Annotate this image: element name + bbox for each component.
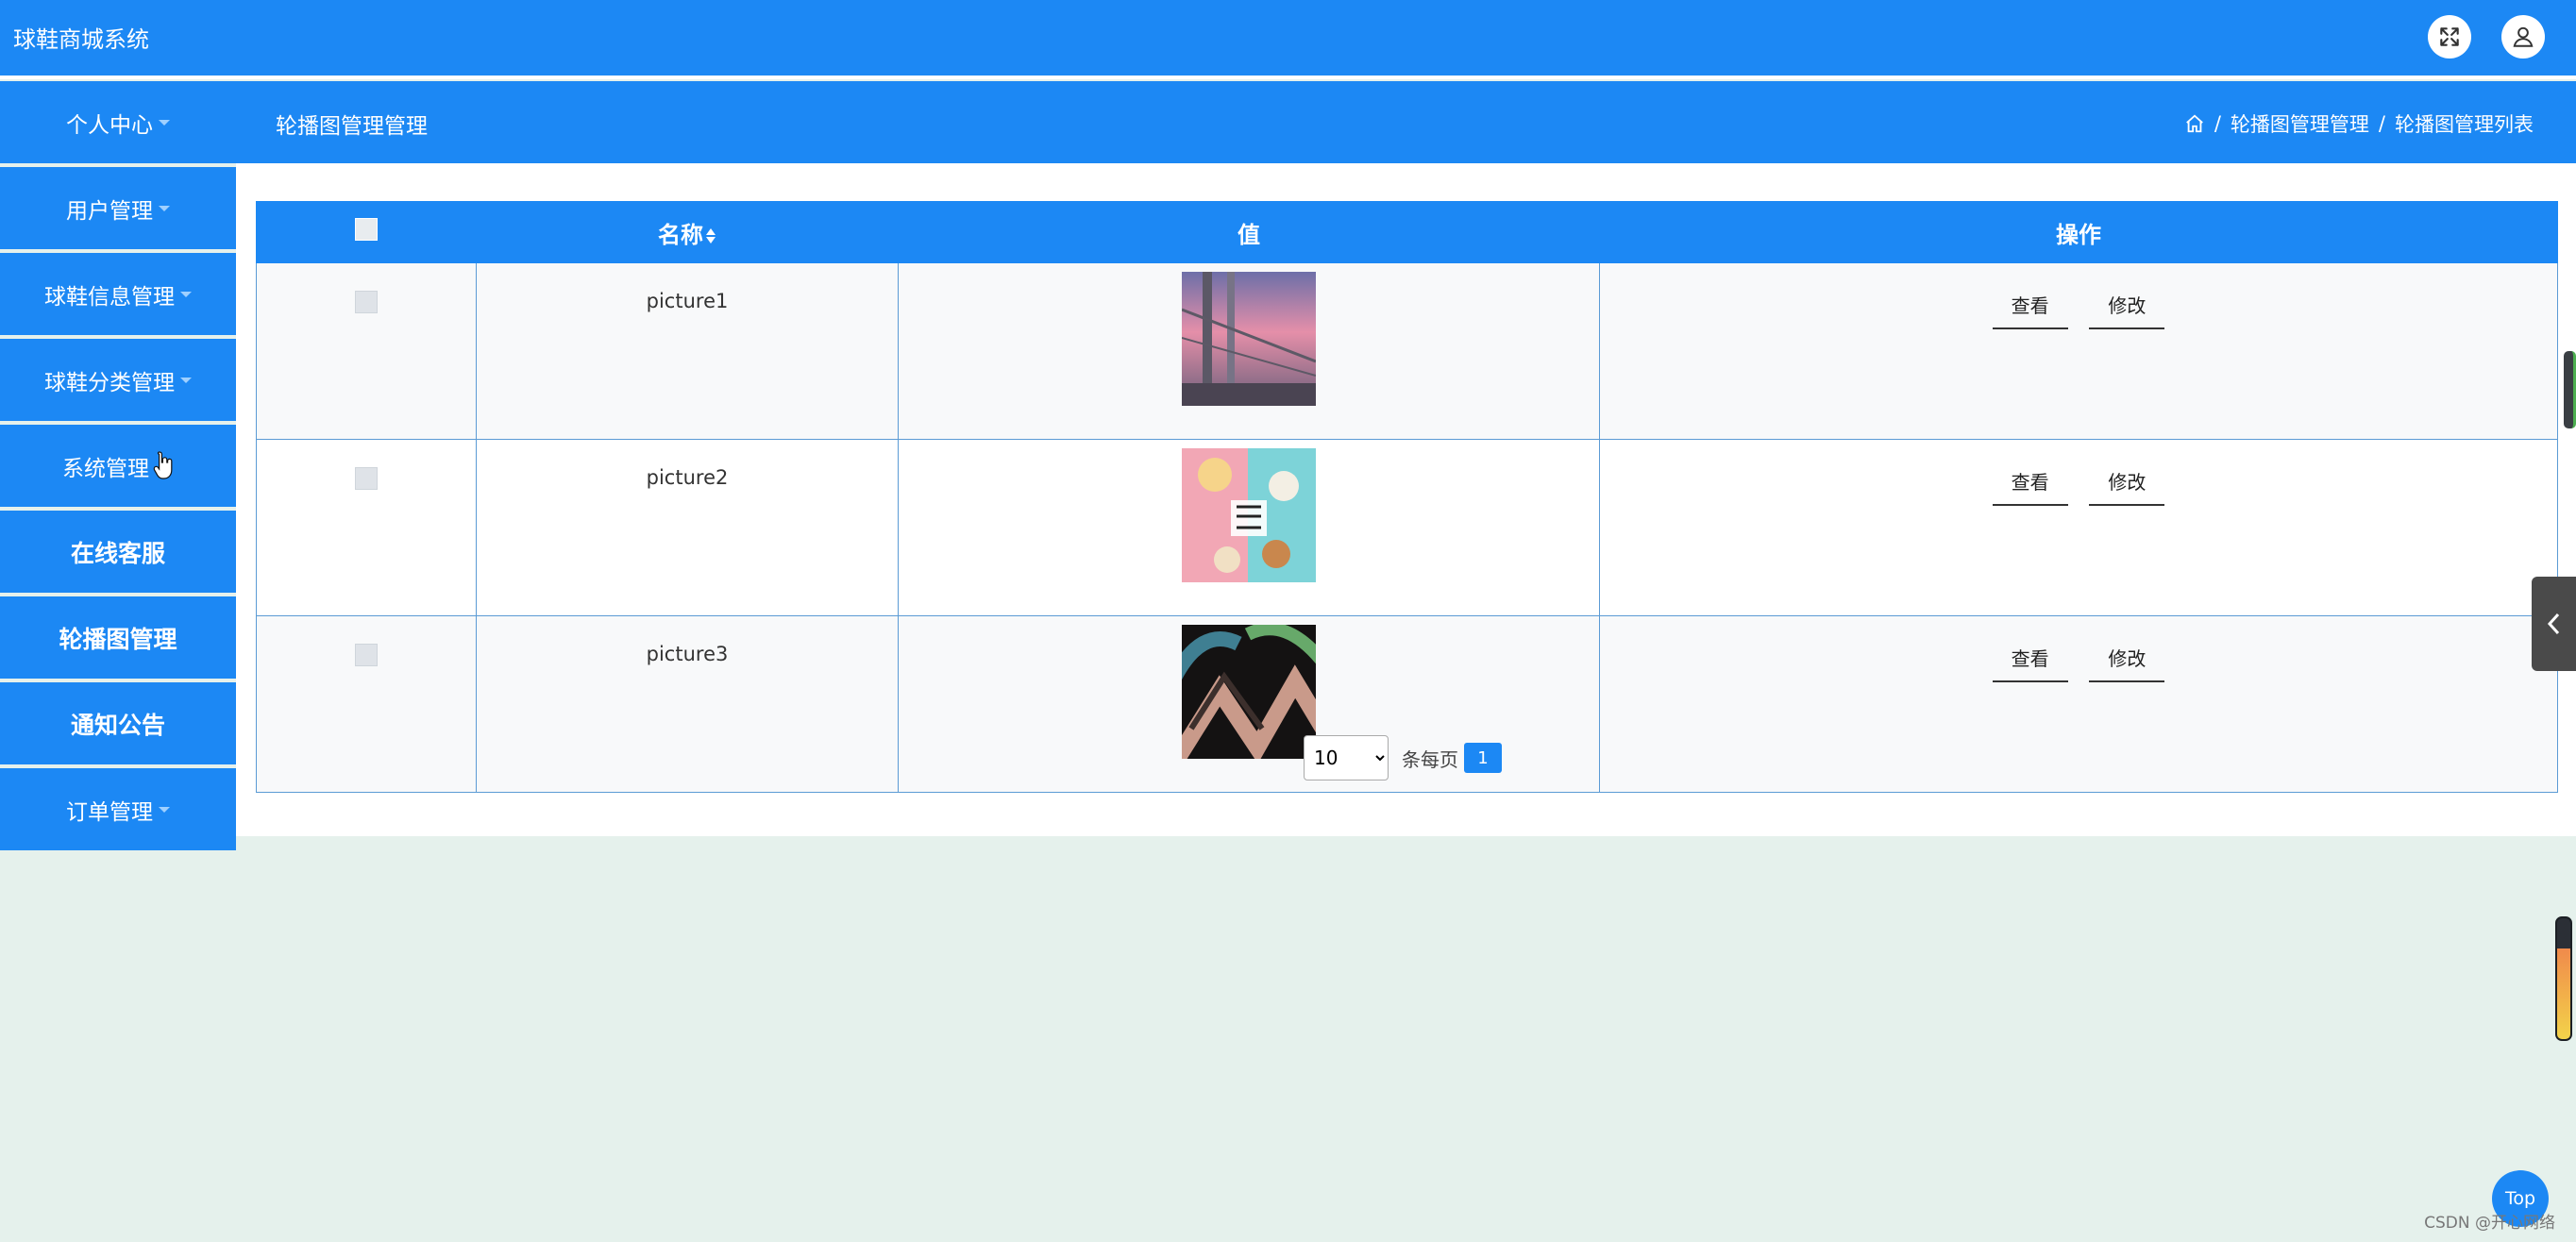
sidebar-item-system-management[interactable]: 系统管理 bbox=[0, 425, 236, 507]
sidebar-item-label: 系统管理 bbox=[62, 456, 149, 481]
sidebar-item-label: 通知公告 bbox=[70, 711, 165, 739]
view-button[interactable]: 查看 bbox=[1992, 644, 2068, 682]
caret-down-icon bbox=[180, 291, 192, 297]
actions-header: 操作 bbox=[1599, 201, 2558, 263]
page-scrollbar[interactable] bbox=[2564, 351, 2576, 428]
row-select-cell bbox=[256, 439, 477, 616]
sidebar-item-label: 球鞋分类管理 bbox=[44, 370, 175, 395]
table-row: picture1 查看 修改 bbox=[256, 262, 2558, 440]
row-name: picture2 bbox=[476, 439, 899, 616]
edit-button[interactable]: 修改 bbox=[2089, 467, 2165, 506]
sidebar-item-personal-center[interactable]: 个人中心 bbox=[0, 81, 236, 163]
content-panel: 名称 值 操作 picture1 查看 修改 picture2 查看 修改 pi… bbox=[236, 163, 2576, 836]
user-icon[interactable] bbox=[2501, 15, 2545, 59]
home-icon[interactable] bbox=[2184, 113, 2205, 134]
sidebar-item-label: 个人中心 bbox=[66, 112, 153, 138]
sidebar-item-carousel-management[interactable]: 轮播图管理 bbox=[0, 596, 236, 679]
dark-abstract-stripes[interactable] bbox=[1182, 625, 1316, 759]
breadcrumb-separator: / bbox=[2214, 112, 2221, 135]
sidebar-item-label: 订单管理 bbox=[66, 799, 153, 825]
top-header: 球鞋商城系统 bbox=[0, 0, 2576, 79]
table-header-row: 名称 值 操作 bbox=[256, 201, 2558, 263]
sidebar-item-label: 用户管理 bbox=[66, 198, 153, 224]
sidebar-item-label: 球鞋信息管理 bbox=[44, 284, 175, 310]
row-value-cell bbox=[898, 439, 1600, 616]
sidebar-item-order-management[interactable]: 订单管理 bbox=[0, 768, 236, 850]
row-select-cell bbox=[256, 262, 477, 440]
sidebar-item-online-service[interactable]: 在线客服 bbox=[0, 511, 236, 593]
select-all-header bbox=[256, 201, 477, 263]
fullscreen-icon[interactable] bbox=[2428, 15, 2471, 59]
side-panel-toggle[interactable] bbox=[2532, 577, 2576, 671]
row-checkbox[interactable] bbox=[355, 467, 378, 490]
bridge-sunset-photo[interactable] bbox=[1182, 272, 1316, 406]
breadcrumb-current: 轮播图管理列表 bbox=[2395, 113, 2534, 136]
app-title: 球鞋商城系统 bbox=[13, 26, 149, 53]
name-header[interactable]: 名称 bbox=[476, 201, 899, 263]
row-checkbox[interactable] bbox=[355, 644, 378, 666]
per-page-label: 条每页 bbox=[1402, 747, 1458, 771]
table-row: picture2 查看 修改 bbox=[256, 439, 2558, 616]
caret-down-icon bbox=[159, 119, 170, 126]
sidebar-item-sneaker-info[interactable]: 球鞋信息管理 bbox=[0, 253, 236, 335]
breadcrumb: / 轮播图管理管理 / 轮播图管理列表 bbox=[2184, 109, 2534, 138]
sidebar-item-user-management[interactable]: 用户管理 bbox=[0, 167, 236, 249]
page-title: 轮播图管理管理 bbox=[276, 114, 428, 139]
pastel-food-photo[interactable] bbox=[1182, 448, 1316, 582]
pagination: 10 条每页 1 bbox=[1304, 735, 1502, 780]
breadcrumb-link-carousel-management[interactable]: 轮播图管理管理 bbox=[2231, 109, 2369, 138]
view-button[interactable]: 查看 bbox=[1992, 467, 2068, 506]
sub-header: 轮播图管理管理 / 轮播图管理管理 / 轮播图管理列表 bbox=[236, 81, 2576, 163]
row-checkbox[interactable] bbox=[355, 291, 378, 313]
row-value-cell bbox=[898, 262, 1600, 440]
chevron-left-icon bbox=[2547, 613, 2559, 635]
page-number-button[interactable]: 1 bbox=[1464, 743, 1502, 773]
row-name: picture1 bbox=[476, 262, 899, 440]
row-actions-cell: 查看 修改 bbox=[1599, 615, 2558, 793]
value-header: 值 bbox=[898, 201, 1600, 263]
breadcrumb-separator: / bbox=[2378, 112, 2385, 135]
sidebar-item-announcements[interactable]: 通知公告 bbox=[0, 682, 236, 764]
caret-down-icon bbox=[180, 377, 192, 383]
sidebar-item-sneaker-category[interactable]: 球鞋分类管理 bbox=[0, 339, 236, 421]
page-size-select[interactable]: 10 bbox=[1304, 735, 1389, 780]
row-actions-cell: 查看 修改 bbox=[1599, 262, 2558, 440]
caret-down-icon bbox=[159, 205, 170, 211]
row-select-cell bbox=[256, 615, 477, 793]
sidebar-item-label: 在线客服 bbox=[70, 539, 165, 567]
watermark: CSDN @开心网络 bbox=[2424, 1214, 2555, 1233]
edit-button[interactable]: 修改 bbox=[2089, 291, 2165, 329]
row-actions-cell: 查看 修改 bbox=[1599, 439, 2558, 616]
edit-button[interactable]: 修改 bbox=[2089, 644, 2165, 682]
scroll-progress-indicator bbox=[2555, 916, 2572, 1041]
name-header-label: 名称 bbox=[658, 221, 703, 248]
sort-icon[interactable] bbox=[705, 227, 716, 245]
view-button[interactable]: 查看 bbox=[1992, 291, 2068, 329]
carousel-table: 名称 值 操作 picture1 查看 修改 picture2 查看 修改 pi… bbox=[256, 201, 2558, 793]
hand-cursor-icon bbox=[153, 450, 173, 479]
select-all-checkbox[interactable] bbox=[355, 218, 378, 241]
row-name: picture3 bbox=[476, 615, 899, 793]
caret-down-icon bbox=[159, 806, 170, 813]
sidebar-item-label: 轮播图管理 bbox=[59, 625, 177, 653]
